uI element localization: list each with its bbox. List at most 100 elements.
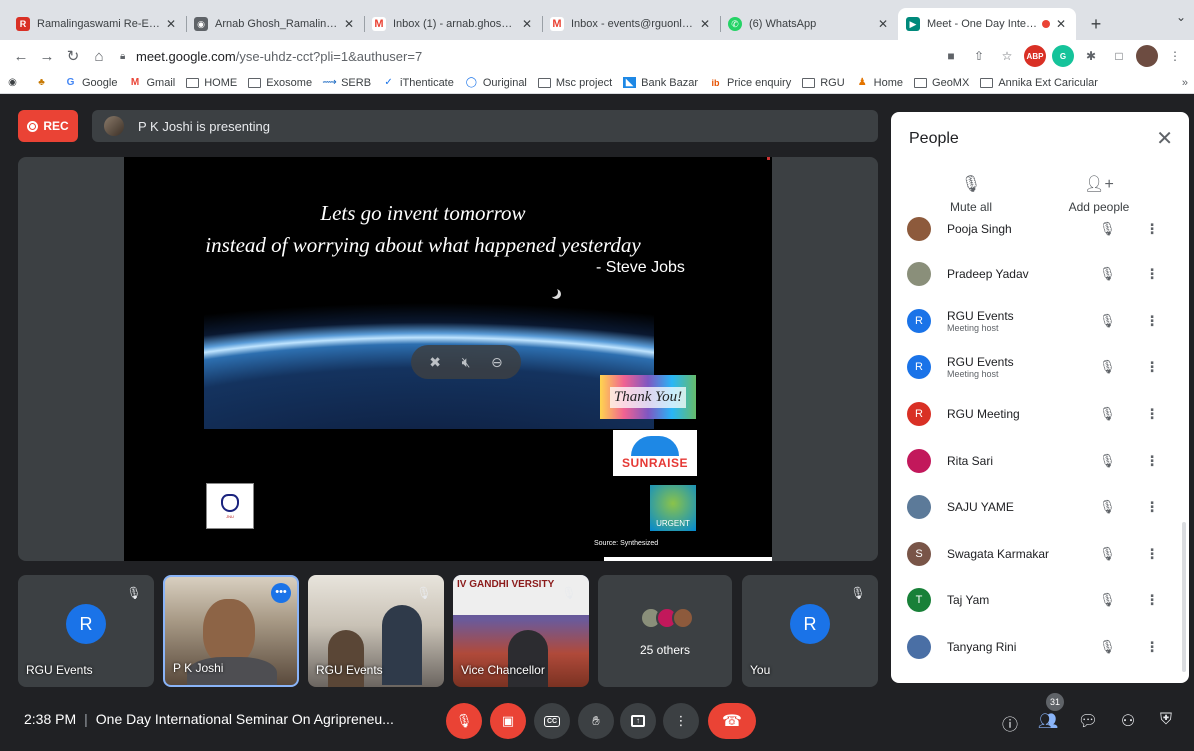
bookmark-annika-folder[interactable]: Annika Ext Caricular xyxy=(980,77,1098,89)
bookmark-msc-project-folder[interactable]: Msc project xyxy=(537,77,612,89)
add-people-button[interactable]: 👤︎+ Add people xyxy=(1039,174,1159,214)
tab-close-icon[interactable]: ✕ xyxy=(342,17,356,31)
participant-row[interactable]: Rita Sari 🎙︎ ⋮ xyxy=(891,437,1189,484)
profile-avatar[interactable] xyxy=(1136,45,1158,67)
browser-tab[interactable]: ◉ Arnab Ghosh_Ramalingasw ✕ xyxy=(186,8,364,40)
mic-off-icon[interactable]: 🎙︎ xyxy=(1099,453,1116,469)
bookmark-gmail[interactable]: M Gmail xyxy=(128,77,175,89)
forward-icon[interactable]: → xyxy=(34,48,60,65)
more-vert-icon[interactable]: ⋮ xyxy=(1145,406,1159,423)
participant-row[interactable]: R RGU Events Meeting host 🎙︎ ⋮ xyxy=(891,298,1189,345)
address-bar[interactable]: 🔒︎ meet.google.com/yse-uhdz-cct?pli=1&au… xyxy=(120,43,926,69)
reading-list-icon[interactable]: □ xyxy=(1108,45,1130,67)
camera-icon[interactable]: ■ xyxy=(940,45,962,67)
bookmark-apps[interactable]: ◉ xyxy=(6,77,24,88)
bookmark-rgu-folder[interactable]: RGU xyxy=(802,77,845,89)
camera-toggle-button[interactable]: ▣ xyxy=(490,703,526,739)
mic-off-icon[interactable]: 🎙︎ xyxy=(1099,359,1116,375)
more-vert-icon[interactable]: ⋮ xyxy=(1145,545,1159,562)
more-vert-icon[interactable]: ⋮ xyxy=(1145,221,1159,238)
participant-tile[interactable]: IV GANDHI VERSITY 🎙︎ Vice Chancellor xyxy=(453,575,589,687)
host-controls-icon[interactable]: ⛨ xyxy=(1154,711,1178,729)
tab-search-icon[interactable]: ⌄ xyxy=(1176,10,1186,24)
close-panel-icon[interactable]: ✕ xyxy=(1156,126,1173,151)
people-icon[interactable]: 👥︎ xyxy=(1036,711,1060,731)
participant-row[interactable]: Tanyang Rini 🎙︎ ⋮ xyxy=(891,624,1189,671)
bookmark-google[interactable]: G Google xyxy=(64,77,118,89)
bookmark-ithenticate[interactable]: ✓ iThenticate xyxy=(382,77,454,89)
mic-off-icon[interactable]: 🎙︎ xyxy=(1099,266,1116,282)
remove-icon[interactable]: ⊖ xyxy=(491,354,503,371)
mic-off-icon[interactable]: 🎙︎ xyxy=(1099,406,1116,422)
tab-close-icon[interactable]: ✕ xyxy=(1054,17,1068,31)
more-vert-icon[interactable]: ⋮ xyxy=(1145,499,1159,516)
participant-row[interactable]: SAJU YAME 🎙︎ ⋮ xyxy=(891,484,1189,531)
participant-row[interactable]: R RGU Events Meeting host 🎙︎ ⋮ xyxy=(891,344,1189,391)
recording-button[interactable]: REC xyxy=(18,110,78,142)
participant-row[interactable]: S Swagata Karmakar 🎙︎ ⋮ xyxy=(891,531,1189,578)
participant-row[interactable]: T Taj Yam 🎙︎ ⋮ xyxy=(891,577,1189,624)
self-tile[interactable]: 🎙︎ R You xyxy=(742,575,878,687)
bookmark-home-folder[interactable]: HOME xyxy=(186,77,237,89)
microphone-toggle-button[interactable]: 🎙︎ xyxy=(446,703,482,739)
browser-tab-active[interactable]: ▶ Meet - One Day Interna ✕ xyxy=(898,8,1076,40)
present-now-button[interactable]: ↑ xyxy=(620,703,656,739)
raise-hand-button[interactable]: ✋︎ xyxy=(578,703,614,739)
back-icon[interactable]: ← xyxy=(8,48,34,65)
bookmark-ouriginal[interactable]: ◯ Ouriginal xyxy=(465,77,527,89)
participant-tile[interactable]: 🎙︎ RGU Events xyxy=(308,575,444,687)
share-icon[interactable]: ⇧ xyxy=(968,45,990,67)
bookmark-exosome-folder[interactable]: Exosome xyxy=(248,77,312,89)
more-vert-icon[interactable]: ⋮ xyxy=(1145,312,1159,329)
more-vert-icon[interactable]: ⋮ xyxy=(1145,592,1159,609)
participant-list-scrollbar[interactable] xyxy=(1182,522,1186,672)
leave-call-button[interactable]: ☎︎ xyxy=(708,703,756,739)
participant-row[interactable]: Pooja Singh 🎙︎ ⋮ xyxy=(891,217,1189,241)
activities-icon[interactable]: ⚇ xyxy=(1116,711,1140,731)
pin-off-icon[interactable]: ✖︎ xyxy=(429,354,441,371)
mic-off-icon[interactable]: 🎙︎ xyxy=(1099,639,1116,655)
bookmark-geomx-folder[interactable]: GeoMX xyxy=(914,77,969,89)
participant-row[interactable]: R RGU Meeting 🎙︎ ⋮ xyxy=(891,391,1189,438)
more-options-button[interactable]: ⋮ xyxy=(663,703,699,739)
mic-off-icon[interactable]: 🎙︎ xyxy=(1099,313,1116,329)
participant-row[interactable]: Pradeep Yadav 🎙︎ ⋮ xyxy=(891,251,1189,298)
more-vert-icon[interactable]: ⋮ xyxy=(1145,452,1159,469)
mute-all-button[interactable]: 🎙︎ Mute all xyxy=(911,174,1031,214)
presentation-panel[interactable]: Lets go invent tomorrow instead of worry… xyxy=(18,157,878,561)
chrome-menu-icon[interactable]: ⋮ xyxy=(1164,45,1186,67)
adblock-icon[interactable]: ABP xyxy=(1024,45,1046,67)
meeting-details-icon[interactable]: ⓘ xyxy=(998,711,1022,735)
home-icon[interactable]: ⌂ xyxy=(86,48,112,65)
mic-off-icon[interactable]: 🎙︎ xyxy=(1099,592,1116,608)
bookmark-price-enquiry[interactable]: ib Price enquiry xyxy=(709,77,792,89)
mute-off-icon[interactable]: 🔇︎ xyxy=(462,354,471,371)
reload-icon[interactable]: ↻ xyxy=(60,47,86,65)
more-vert-icon[interactable]: ⋮ xyxy=(1145,359,1159,376)
captions-button[interactable]: CC xyxy=(534,703,570,739)
grammarly-icon[interactable]: G xyxy=(1052,45,1074,67)
mic-off-icon[interactable]: 🎙︎ xyxy=(1099,221,1116,237)
more-vert-icon[interactable]: ⋮ xyxy=(1145,639,1159,656)
participant-tile[interactable]: 🎙︎ R RGU Events xyxy=(18,575,154,687)
tab-close-icon[interactable]: ✕ xyxy=(520,17,534,31)
tab-close-icon[interactable]: ✕ xyxy=(698,17,712,31)
tab-close-icon[interactable]: ✕ xyxy=(164,17,178,31)
extensions-puzzle-icon[interactable]: ✱ xyxy=(1080,45,1102,67)
chat-icon[interactable]: 💬︎ xyxy=(1076,711,1100,731)
mic-off-icon[interactable]: 🎙︎ xyxy=(1099,499,1116,515)
bookmarks-overflow-button[interactable]: » xyxy=(1182,77,1188,89)
browser-tab[interactable]: ✆ (6) WhatsApp ✕ xyxy=(720,8,898,40)
bookmark-rgu-logo[interactable]: ♣ xyxy=(35,77,53,88)
bookmark-star-icon[interactable]: ☆ xyxy=(996,45,1018,67)
more-vert-icon[interactable]: ⋮ xyxy=(1145,266,1159,283)
bookmark-serb[interactable]: ⟿ SERB xyxy=(322,77,371,89)
browser-tab[interactable]: M Inbox - events@rguonline. ✕ xyxy=(542,8,720,40)
participant-tile-speaking[interactable]: ••• P K Joshi xyxy=(163,575,299,687)
new-tab-button[interactable]: + xyxy=(1082,10,1110,38)
tab-close-icon[interactable]: ✕ xyxy=(876,17,890,31)
bookmark-bank-bazar[interactable]: ◣ Bank Bazar xyxy=(623,77,698,89)
browser-tab[interactable]: R Ramalingaswami Re-Entry | ✕ xyxy=(8,8,186,40)
others-tile[interactable]: 25 others xyxy=(598,575,732,687)
bookmark-home[interactable]: ♟ Home xyxy=(856,77,903,89)
